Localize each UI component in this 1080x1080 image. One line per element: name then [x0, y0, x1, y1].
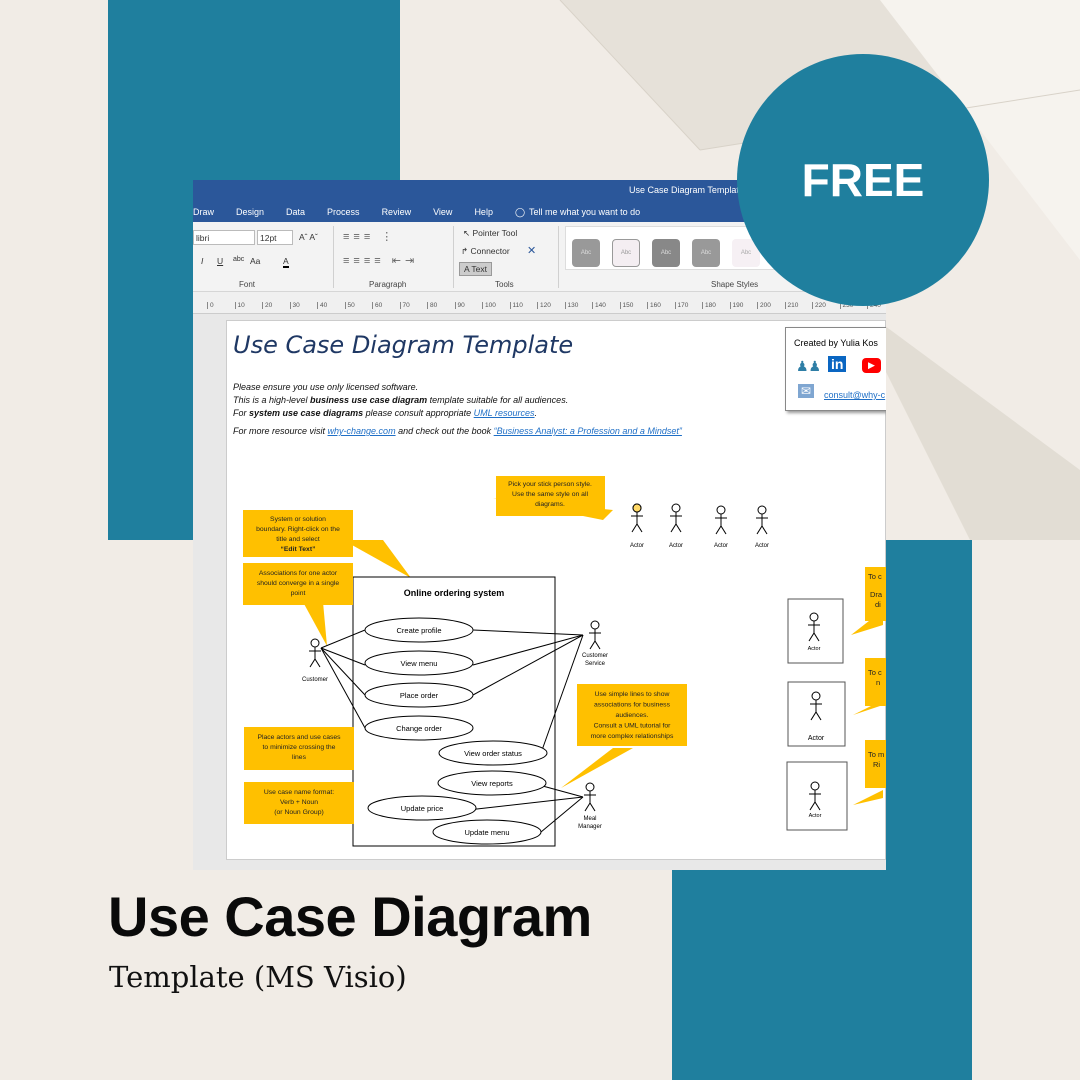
actor-label: Actor	[714, 543, 728, 549]
actor-label: Actor	[755, 543, 769, 549]
note-line: point	[291, 590, 306, 597]
note-line: lines	[292, 754, 307, 761]
note-line: To m	[868, 750, 884, 759]
note-line: Pick your stick person style.	[508, 481, 592, 488]
note-line: Verb + Noun	[280, 799, 318, 806]
free-badge: FREE	[737, 54, 989, 306]
note-line: more complex relationships	[591, 733, 674, 740]
use-case-diagram: Online ordering system Create profile Vi…	[243, 476, 886, 847]
note-line: boundary. Right-click on the	[256, 526, 340, 533]
note-line: Use case name format:	[264, 789, 334, 796]
actor-label: Meal	[583, 816, 596, 822]
actor-style-3-icon[interactable]	[714, 505, 728, 535]
actor-label: Actor	[809, 813, 822, 819]
use-case-label: Place order	[400, 691, 439, 700]
note-line: to minimize crossing the	[263, 744, 336, 751]
promo-subtitle: Template (MS Visio)	[109, 960, 407, 994]
actor-label: Actor	[630, 543, 644, 549]
note-line: Place actors and use cases	[257, 734, 341, 741]
use-case-label: View order status	[464, 749, 522, 758]
actor-label: Service	[585, 661, 606, 667]
note-line: (or Noun Group)	[274, 809, 324, 816]
use-case-label: View reports	[471, 779, 513, 788]
note-line: audiences.	[616, 712, 649, 719]
actor-meal-manager-icon[interactable]	[583, 782, 597, 812]
note-line: To c	[868, 572, 882, 581]
use-case-label: Create profile	[396, 626, 441, 635]
actor-resize-examples: Actor Actor Actor	[786, 598, 848, 831]
note-line: title and select	[276, 536, 320, 543]
actor-label: Actor	[808, 646, 821, 652]
note-line: Ri	[873, 760, 880, 769]
visio-screenshot: Use Case Diagram Template - Draw Design …	[193, 180, 886, 870]
actor-label: Actor	[808, 735, 825, 742]
note-line: System or solution	[270, 516, 326, 523]
note-line: Consult a UML tutorial for	[594, 723, 672, 730]
note-line: should converge in a single	[257, 580, 340, 587]
use-case-label: Update price	[401, 804, 444, 813]
actor-customer-icon[interactable]	[308, 638, 322, 668]
note-line: di	[875, 600, 881, 609]
actor-style-4-icon[interactable]	[755, 505, 769, 535]
actor-style-2-icon[interactable]	[669, 503, 683, 533]
actor-label: Customer	[302, 677, 328, 683]
note-line: associations for business	[594, 702, 671, 709]
use-case-label: View menu	[401, 659, 438, 668]
use-case-label: Change order	[396, 724, 442, 733]
promo-title: Use Case Diagram	[108, 885, 592, 948]
note-line: Use simple lines to show	[595, 691, 670, 698]
use-case-label: Update menu	[464, 828, 509, 837]
note-line: Use the same style on all	[512, 491, 588, 498]
actor-label: Actor	[669, 543, 683, 549]
note-line: Dra	[870, 590, 883, 599]
note-line: diagrams.	[535, 501, 565, 508]
note-line: n	[876, 678, 880, 687]
note-line: To c	[868, 668, 882, 677]
actor-customer-service-icon[interactable]	[588, 620, 602, 650]
note-line: Associations for one actor	[259, 570, 338, 577]
note-line: “Edit Text”	[281, 546, 316, 553]
system-title: Online ordering system	[404, 588, 505, 598]
actor-label: Manager	[578, 824, 602, 830]
actor-label: Customer	[582, 653, 608, 659]
